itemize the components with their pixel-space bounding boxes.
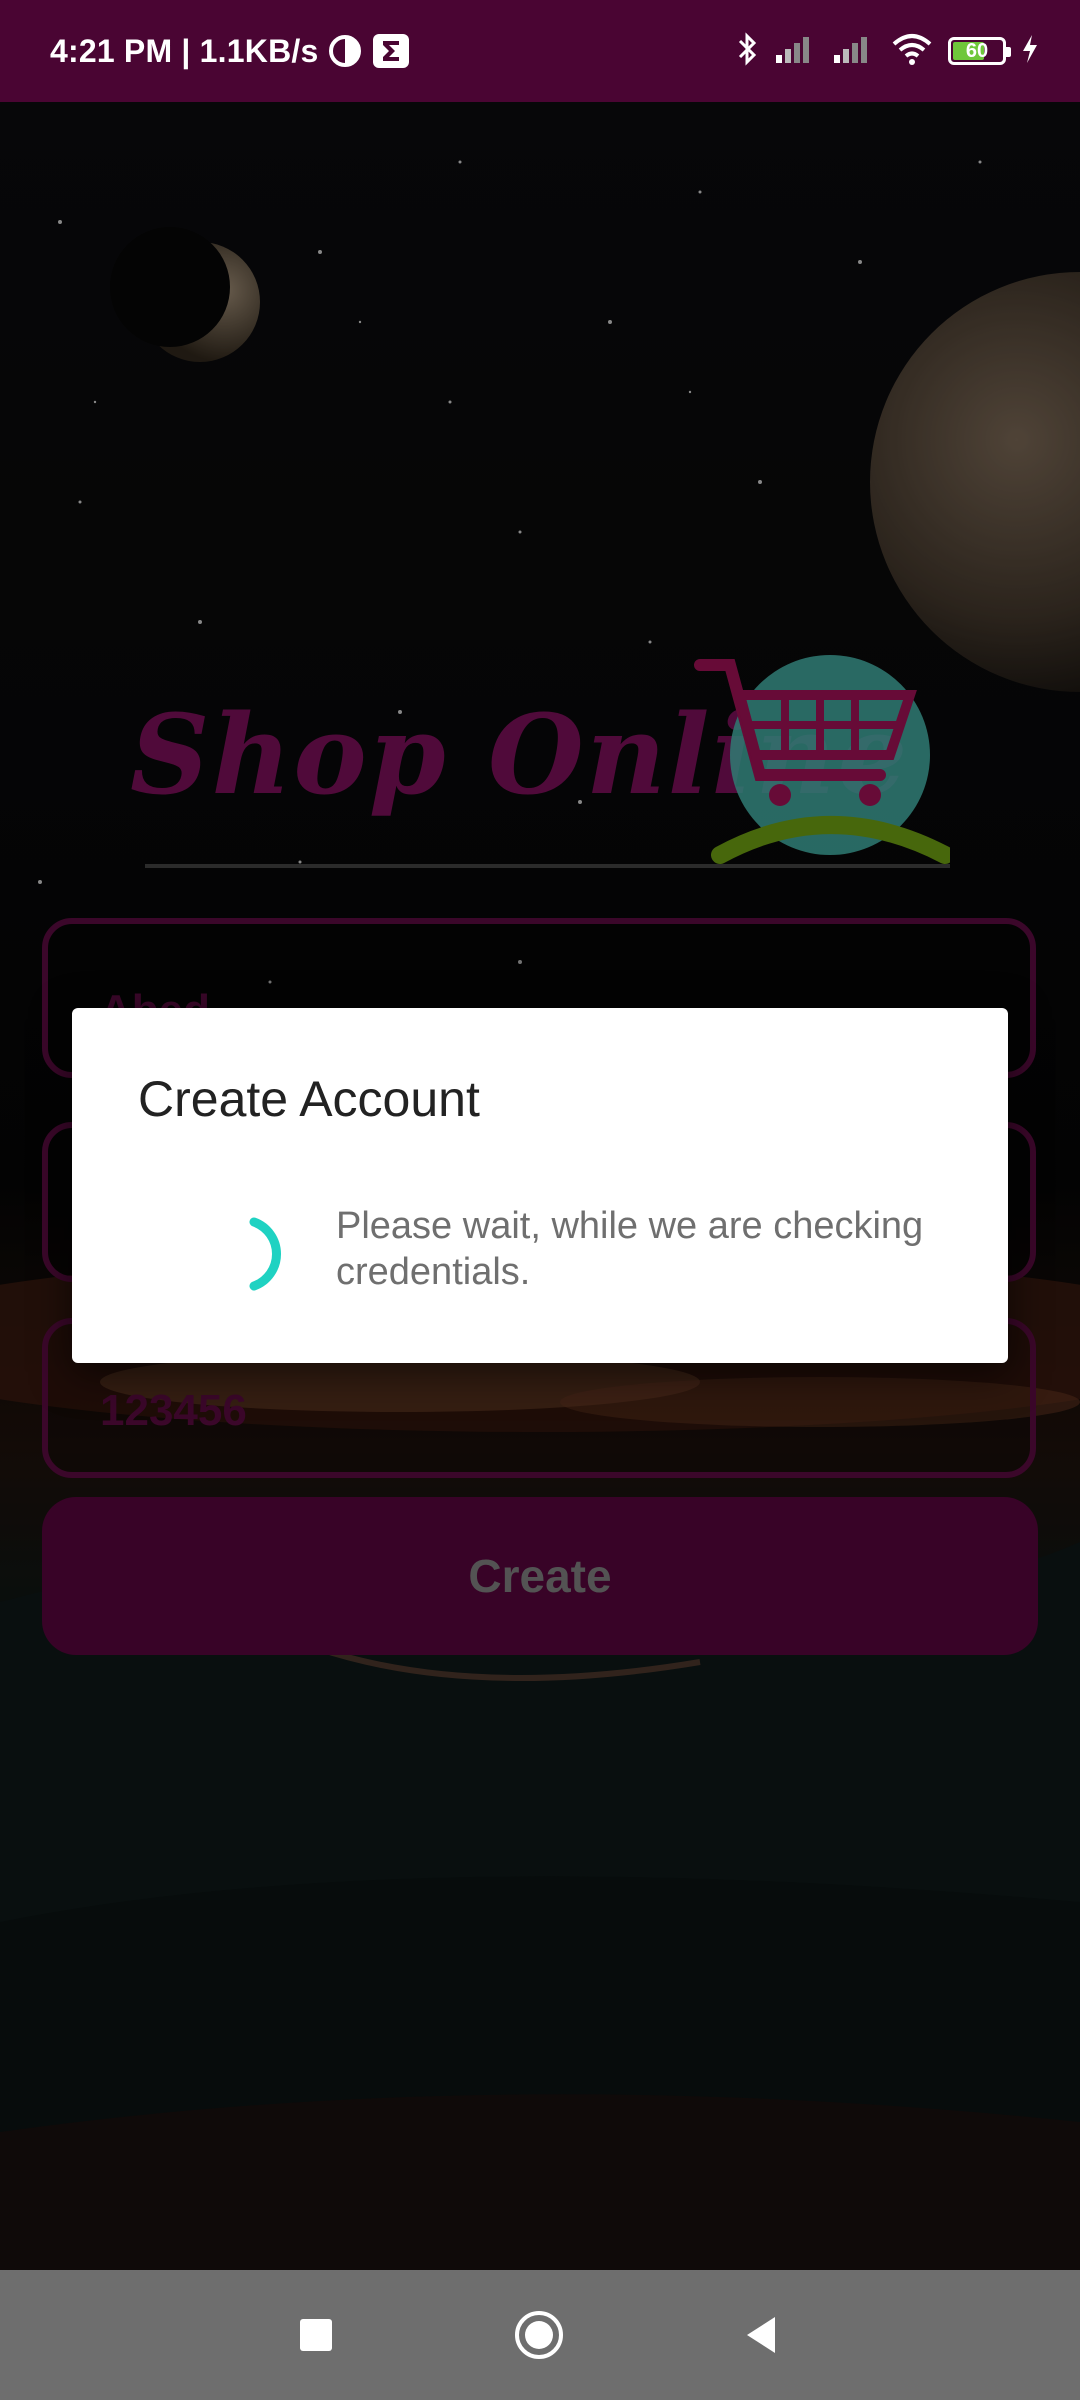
signal-icon — [774, 33, 818, 70]
home-circle-icon[interactable] — [474, 2270, 604, 2400]
signal-icon — [832, 33, 876, 70]
battery-level: 60 — [965, 39, 989, 62]
wifi-icon — [890, 32, 934, 71]
status-bar: 4:21 PM | 1.1KB/s 60 — [0, 0, 1080, 102]
status-left: 4:21 PM | 1.1KB/s — [50, 33, 410, 70]
data-saver-icon — [328, 34, 362, 68]
battery-icon: 60 — [948, 37, 1011, 65]
bluetooth-icon — [736, 31, 760, 72]
progress-dialog: Create Account Please wait, while we are… — [72, 1008, 1008, 1363]
dialog-message: Please wait, while we are checking crede… — [336, 1205, 924, 1293]
dialog-title: Create Account — [138, 1071, 480, 1127]
charging-icon — [1020, 33, 1040, 70]
status-right: 60 — [736, 31, 1040, 72]
sigma-icon — [372, 33, 410, 69]
recents-square-icon[interactable] — [251, 2270, 381, 2400]
loading-spinner-icon — [220, 1204, 320, 1309]
status-time-speed: 4:21 PM | 1.1KB/s — [50, 32, 319, 69]
back-triangle-icon[interactable] — [696, 2270, 826, 2400]
navigation-bar — [0, 2270, 1080, 2400]
